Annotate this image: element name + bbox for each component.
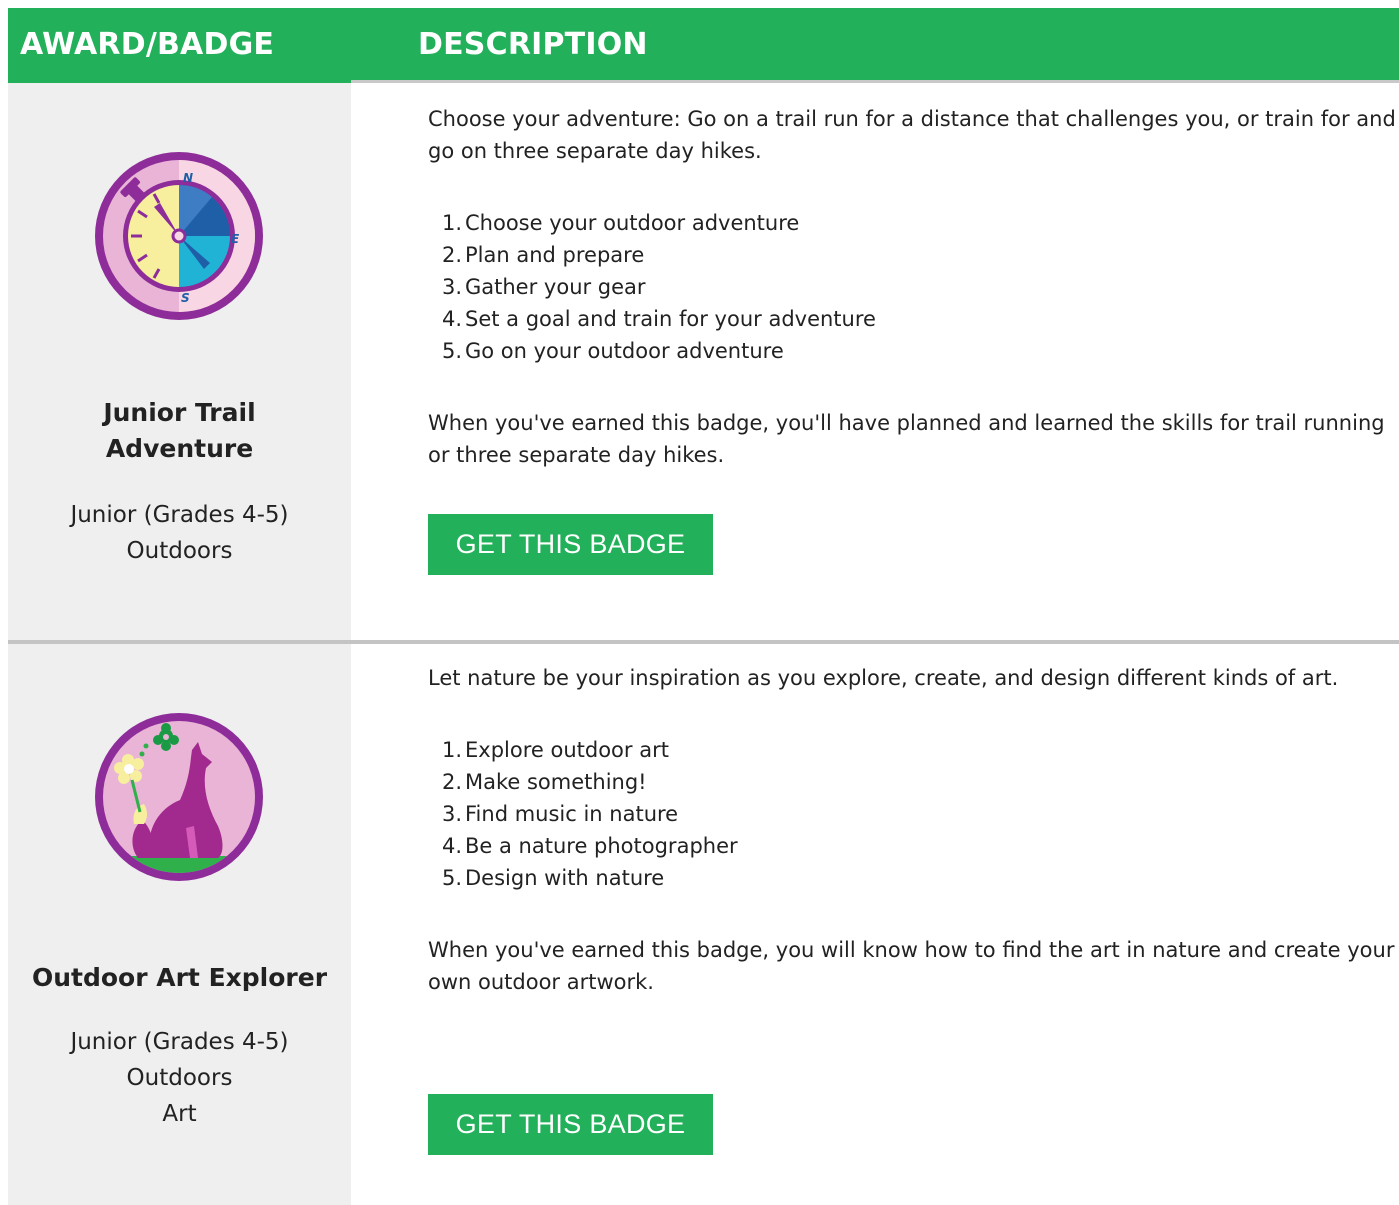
award-cell: Outdoor Art Explorer Junior (Grades 4-5)… bbox=[8, 644, 351, 1205]
badge-steps: 1. Explore outdoor art 2. Make something! … bbox=[441, 734, 738, 894]
list-item: 5. Go on your outdoor adventure bbox=[441, 339, 784, 363]
award-column-header: AWARD/BADGE bbox=[8, 27, 351, 62]
badge-title: Outdoor Art Explorer bbox=[8, 960, 351, 996]
description-header-label: DESCRIPTION bbox=[418, 26, 648, 62]
badge-level: Junior (Grades 4-5) bbox=[70, 502, 289, 528]
compass-s-label: S bbox=[181, 291, 190, 305]
list-item: 3. Find music in nature bbox=[441, 802, 679, 826]
badge-meta: Junior (Grades 4-5) Outdoors bbox=[8, 497, 351, 569]
badge-category: Outdoors bbox=[126, 538, 233, 564]
description-cell: Choose your adventure: Go on a trail run… bbox=[351, 83, 1399, 640]
badge-title-line: Outdoor Art Explorer bbox=[31, 963, 328, 992]
badge-level: Junior (Grades 4-5) bbox=[70, 1029, 289, 1055]
award-header-label: AWARD/BADGE bbox=[20, 26, 275, 62]
list-item: 1. Choose your outdoor adventure bbox=[441, 211, 800, 235]
fox-flower-badge-icon bbox=[90, 708, 268, 886]
list-item: 1. Explore outdoor art bbox=[441, 738, 669, 762]
compass-e-label: E bbox=[231, 232, 240, 246]
badge-title: Junior Trail Adventure bbox=[8, 395, 351, 467]
get-badge-button[interactable]: GET THIS BADGE bbox=[428, 514, 713, 575]
award-cell: N E S Junior Trail Adventure Junior (Gra… bbox=[8, 83, 351, 640]
badge-intro: Let nature be your inspiration as you ex… bbox=[428, 666, 1339, 690]
badge-title-line: Adventure bbox=[105, 434, 254, 463]
badge-outcome: When you've earned this badge, you will … bbox=[428, 938, 1395, 994]
list-item: 2. Make something! bbox=[441, 770, 647, 794]
description-column-header: DESCRIPTION bbox=[351, 27, 648, 62]
table-header: AWARD/BADGE DESCRIPTION bbox=[8, 8, 1399, 80]
badge-category: Art bbox=[162, 1101, 197, 1127]
list-item: 2. Plan and prepare bbox=[441, 243, 645, 267]
get-badge-button[interactable]: GET THIS BADGE bbox=[428, 1094, 713, 1155]
compass-n-label: N bbox=[183, 171, 193, 185]
badge-outcome: When you've earned this badge, you'll ha… bbox=[428, 411, 1385, 467]
list-item: 3. Gather your gear bbox=[441, 275, 646, 299]
list-item: 5. Design with nature bbox=[441, 866, 665, 890]
badge-intro: Choose your adventure: Go on a trail run… bbox=[428, 107, 1396, 163]
table-row: N E S Junior Trail Adventure Junior (Gra… bbox=[8, 83, 1399, 640]
badge-steps: 1. Choose your outdoor adventure 2. Plan a… bbox=[441, 207, 876, 367]
description-cell: Let nature be your inspiration as you ex… bbox=[351, 644, 1399, 1205]
list-item: 4. Set a goal and train for your adventur… bbox=[441, 307, 876, 331]
compass-badge-icon: N E S bbox=[90, 147, 268, 325]
badge-title-line: Junior Trail bbox=[103, 398, 256, 427]
badge-meta: Junior (Grades 4-5) Outdoors Art bbox=[8, 1024, 351, 1132]
list-item: 4. Be a nature photographer bbox=[441, 834, 738, 858]
table-row: Outdoor Art Explorer Junior (Grades 4-5)… bbox=[8, 644, 1399, 1205]
badge-table: AWARD/BADGE DESCRIPTION N E S Junior Tra… bbox=[8, 8, 1399, 1205]
badge-category: Outdoors bbox=[126, 1065, 233, 1091]
